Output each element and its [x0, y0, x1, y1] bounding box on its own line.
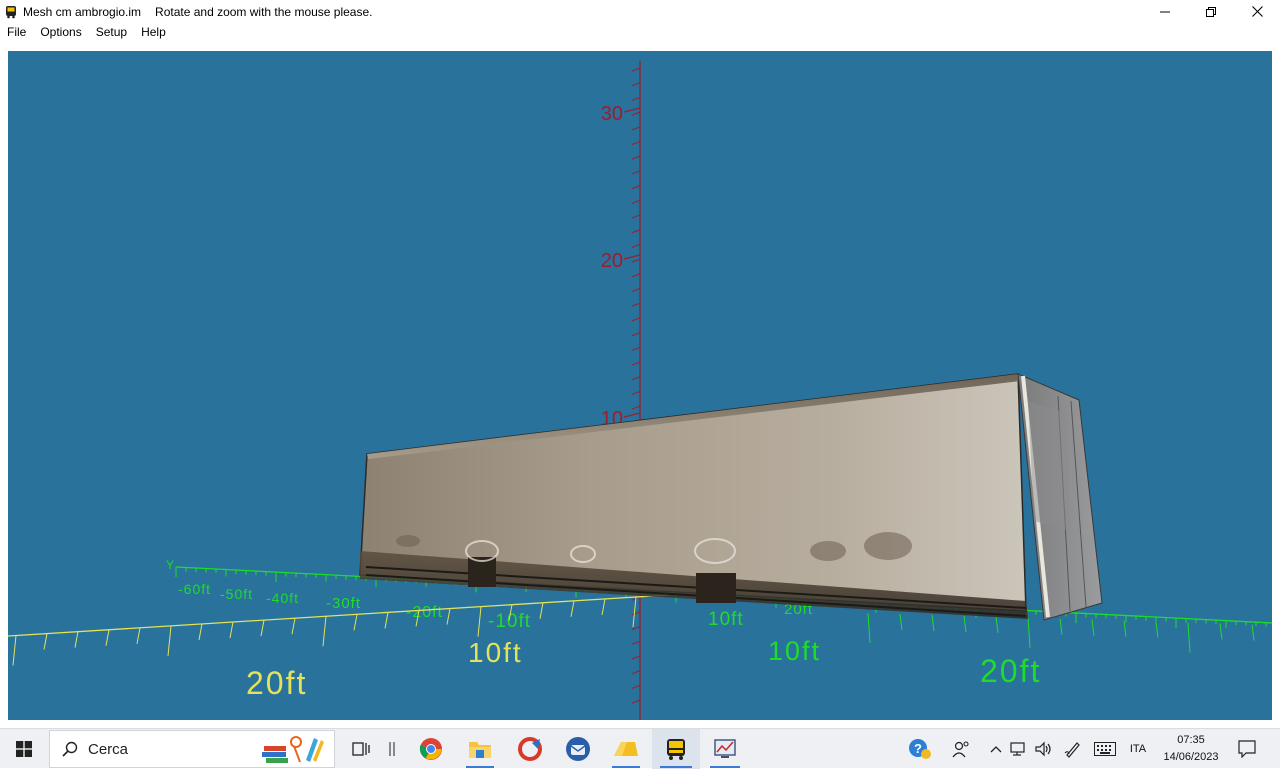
3d-viewport[interactable]: 30 20 10 Y -60ft -50ft -40ft -30ft -20ft -10ft 10… — [8, 51, 1272, 720]
monitor-tool-icon — [714, 739, 736, 758]
volume-icon — [1035, 741, 1051, 757]
search-icon — [62, 741, 78, 757]
y-axis-label: -30ft — [326, 595, 361, 612]
thunderbird-icon — [566, 737, 590, 761]
bus-icon — [4, 5, 18, 19]
menu-help[interactable]: Help — [134, 23, 173, 42]
taskbar-mesh-app[interactable] — [652, 729, 700, 769]
clock[interactable]: 07:35 14/06/2023 — [1158, 732, 1224, 766]
bus-icon — [667, 739, 685, 760]
taskbar-ccleaner[interactable] — [508, 729, 552, 769]
y-axis-label: 10ft — [708, 609, 744, 630]
y-axis-label: -20ft — [406, 604, 443, 621]
close-button[interactable] — [1234, 0, 1280, 23]
vertical-axis-label: 30 — [601, 103, 623, 125]
restore-button[interactable] — [1188, 0, 1234, 23]
window-title: Mesh cm ambrogio.im — [23, 4, 142, 19]
people-icon — [952, 741, 969, 758]
taskbar: Cerca ? ITA 07:35 14/06/2023 — [0, 728, 1280, 769]
notifications-button[interactable] — [1232, 729, 1262, 769]
people-tray-button[interactable] — [946, 729, 976, 769]
task-view-icon — [352, 742, 370, 756]
task-view-button[interactable] — [347, 729, 375, 769]
language-label: ITA — [1129, 743, 1147, 755]
window-subtitle: Rotate and zoom with the mouse please. — [155, 4, 373, 19]
folder-icon — [469, 742, 491, 758]
keyboard-icon — [1094, 742, 1116, 756]
minimize-icon — [1160, 11, 1170, 12]
x-axis-label: 20ft — [246, 665, 307, 701]
restore-icon — [1206, 6, 1216, 17]
pen-tray-button[interactable] — [1061, 729, 1085, 769]
keyboard-tray-button[interactable] — [1091, 729, 1119, 769]
start-button[interactable] — [0, 729, 48, 769]
volume-tray-button[interactable] — [1033, 729, 1055, 769]
minimize-button[interactable] — [1142, 0, 1188, 23]
taskbar-thunderbird[interactable] — [556, 729, 600, 769]
windows-icon — [16, 741, 32, 757]
clock-time: 07:35 — [1177, 734, 1205, 746]
y-axis-name: Y — [166, 558, 174, 572]
cloud-drive-icon — [614, 742, 638, 756]
taskbar-file-explorer[interactable] — [458, 729, 502, 769]
chevron-up-icon — [990, 746, 1002, 753]
vertical-axis-label: 20 — [601, 250, 623, 272]
ccleaner-icon — [518, 737, 542, 761]
y-axis-label: -50ft — [220, 586, 253, 602]
menu-file[interactable]: File — [0, 23, 33, 42]
widgets-button[interactable] — [381, 729, 403, 769]
x-axis-label: 20ft — [980, 653, 1041, 689]
x-axis-label: 10ft — [468, 637, 523, 668]
scene-canvas[interactable]: 302010 Y-60ft -50ft -40ft -30ft-20ft -10ft 10… — [8, 51, 1272, 720]
notification-icon — [1238, 740, 1256, 758]
search-placeholder: Cerca — [88, 740, 129, 758]
close-icon — [1251, 6, 1263, 17]
y-axis-label: -60ft — [178, 581, 211, 597]
taskbar-chrome[interactable] — [411, 729, 451, 769]
help-icon: ? — [909, 739, 931, 759]
network-tray-button[interactable] — [1008, 729, 1030, 769]
y-axis-label: -40ft — [266, 590, 299, 606]
x-axis-label: 10ft — [768, 636, 821, 666]
taskbar-monitor-app[interactable] — [702, 729, 748, 769]
search-highlight-icon — [262, 736, 324, 763]
y-axis-label: -10ft — [488, 611, 531, 632]
help-tray-button[interactable]: ? — [905, 729, 935, 769]
divider-icon — [389, 742, 395, 756]
menu-options[interactable]: Options — [33, 23, 88, 42]
svg-text:?: ? — [914, 741, 922, 756]
trailer-mesh[interactable] — [359, 373, 1103, 621]
search-box[interactable]: Cerca — [49, 730, 335, 768]
vertical-axis: 302010 — [601, 61, 641, 720]
chrome-icon — [419, 738, 442, 760]
network-icon — [1010, 742, 1025, 756]
taskbar-drive[interactable] — [604, 729, 648, 769]
title-bar: Mesh cm ambrogio.im Rotate and zoom with… — [0, 0, 1280, 23]
pen-icon — [1064, 742, 1080, 758]
clock-date: 14/06/2023 — [1163, 751, 1219, 763]
menu-bar: File Options Setup Help — [0, 23, 1280, 42]
language-indicator[interactable]: ITA — [1124, 729, 1152, 769]
tray-overflow-button[interactable] — [986, 729, 1006, 769]
menu-setup[interactable]: Setup — [89, 23, 134, 42]
